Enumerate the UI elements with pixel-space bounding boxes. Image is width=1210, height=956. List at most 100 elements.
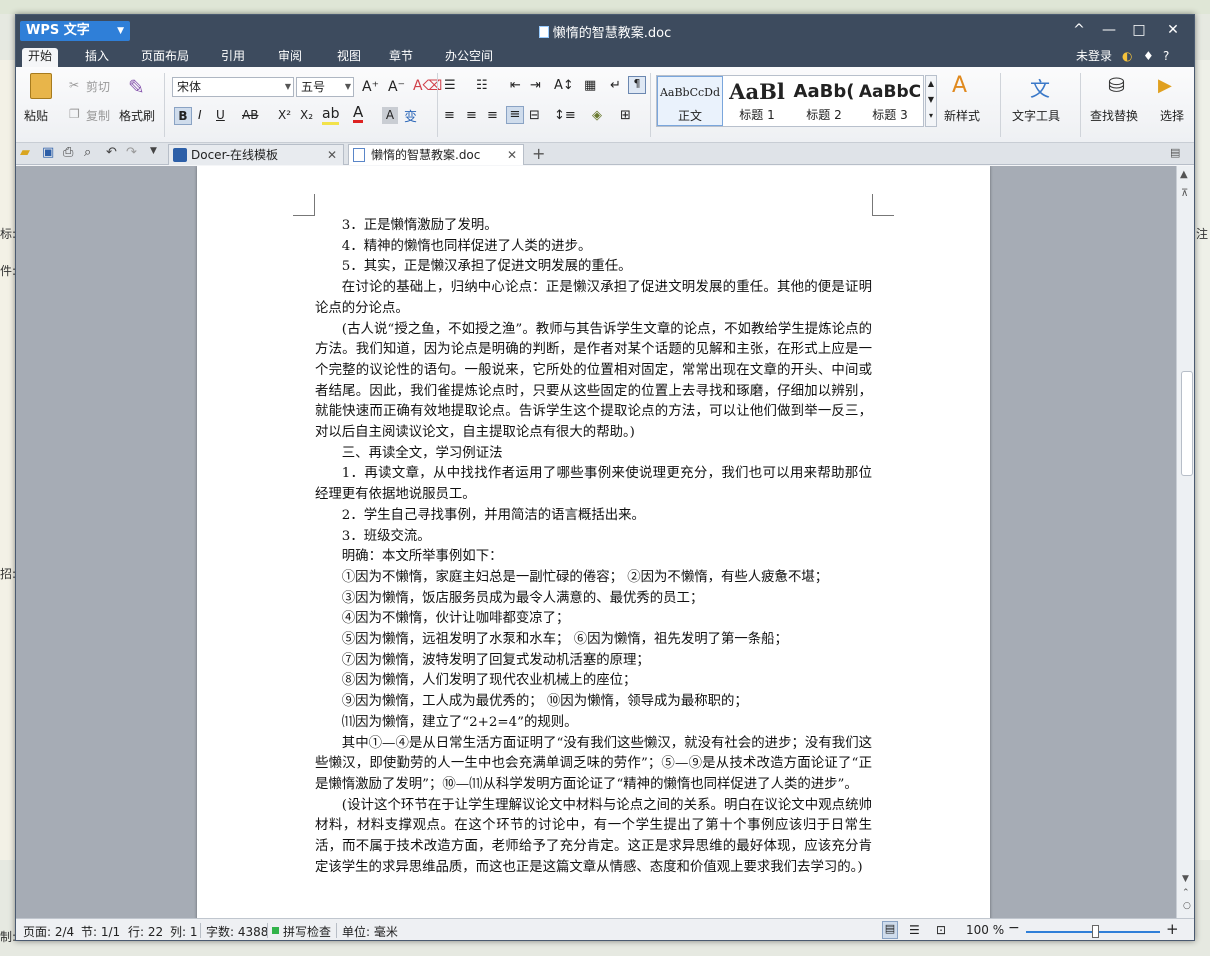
font-size-combo[interactable]: 五号 ▼ <box>296 77 354 97</box>
select-button[interactable]: 选择 <box>1160 107 1184 124</box>
format-painter-button[interactable]: 格式刷 <box>119 107 155 124</box>
font-color-icon[interactable]: A <box>353 105 364 123</box>
document-paragraph[interactable]: ①因为不懒惰，家庭主妇总是一副忙碌的倦容； ②因为不懒惰，有些人疲惫不堪； <box>315 568 872 589</box>
subscript-button[interactable]: X₂ <box>300 108 313 122</box>
shading-icon[interactable]: ◈ <box>592 108 602 123</box>
document-paragraph[interactable]: 3．正是懒惰激励了发明。 <box>315 216 872 237</box>
document-paragraph[interactable]: (设计这个环节在于让学生理解议论文中材料与论点之间的关系。明白在议论文中观点统帅… <box>315 796 872 879</box>
skin-icon[interactable]: ◐ <box>1116 48 1138 67</box>
login-link[interactable]: 未登录 <box>1070 48 1118 67</box>
open-folder-icon[interactable]: ▰ <box>20 145 30 160</box>
minimize-button[interactable]: — <box>1096 20 1122 40</box>
justify-icon[interactable]: ≡ <box>506 106 524 124</box>
prev-page-icon[interactable]: ⌃ <box>1182 888 1190 898</box>
document-paragraph[interactable]: ⑾因为懒惰，建立了“2+2=4”的规则。 <box>315 713 872 734</box>
quick-access-more-icon[interactable]: ▼ <box>150 146 157 156</box>
style-scroll-icon[interactable]: ▲ ▼ ▾ <box>925 75 937 127</box>
zoom-slider[interactable] <box>1026 925 1160 938</box>
superscript-button[interactable]: X² <box>278 108 291 122</box>
distributed-icon[interactable]: ⊟ <box>529 108 540 123</box>
find-replace-button[interactable]: 查找替换 <box>1090 107 1138 124</box>
numbered-list-icon[interactable]: ☷ <box>476 78 488 93</box>
tab-references[interactable]: 引用 <box>215 48 251 67</box>
maximize-button[interactable]: □ <box>1126 20 1152 40</box>
strikethrough-button[interactable]: AB <box>242 108 258 122</box>
phonetic-icon[interactable]: 变 <box>404 106 417 125</box>
tab-insert[interactable]: 插入 <box>79 48 115 67</box>
increase-indent-icon[interactable]: ⇥ <box>530 78 541 93</box>
line-spacing-icon[interactable]: ↕≡ <box>554 108 576 123</box>
style-heading-1[interactable]: AaBl 标题 1 <box>724 76 790 126</box>
document-paragraph[interactable]: 3．班级交流。 <box>315 527 872 548</box>
italic-button[interactable]: I <box>198 108 202 122</box>
close-tab-icon[interactable]: ✕ <box>507 145 517 165</box>
cursor-icon[interactable]: ▶ <box>1158 75 1172 96</box>
help-button[interactable]: ? <box>1157 48 1175 67</box>
document-paragraph[interactable]: 明确：本文所举事例如下： <box>315 547 872 568</box>
zoom-out-icon[interactable]: − <box>1008 920 1020 936</box>
scroll-top-icon[interactable]: ▲ <box>1180 169 1188 180</box>
print-icon[interactable]: ⎙ <box>63 145 73 160</box>
new-style-icon[interactable]: A <box>952 73 967 98</box>
bold-button[interactable]: B <box>174 107 192 125</box>
tab-docer-template[interactable]: Docer-在线模板 ✕ <box>168 144 344 165</box>
text-tools-icon[interactable]: 文 <box>1030 73 1050 102</box>
paste-button[interactable]: 粘贴 <box>24 107 48 124</box>
tab-view[interactable]: 视图 <box>331 48 367 67</box>
vertical-scrollbar[interactable]: ▲ ⊼ ▼ ⌃ ○ <box>1176 166 1194 918</box>
style-normal[interactable]: AaBbCcDd 正文 <box>657 76 723 126</box>
scroll-down-icon[interactable]: ▼ <box>1182 874 1189 884</box>
document-paragraph[interactable]: ⑦因为懒惰，波特发明了回复式发动机活塞的原理； <box>315 651 872 672</box>
paragraph-mark-icon[interactable]: ↵ <box>610 78 621 93</box>
zoom-in-icon[interactable]: + <box>1166 920 1179 938</box>
tab-current-document[interactable]: 懒惰的智慧教案.doc ✕ <box>348 144 524 165</box>
document-page[interactable]: 3．正是懒惰激励了发明。 4．精神的懒惰也同样促进了人类的进步。 5．其实，正是懒汉… <box>197 166 990 918</box>
new-tab-icon[interactable]: + <box>532 144 545 163</box>
style-gallery[interactable]: AaBbCcDd 正文 AaBl 标题 1 AaBb( 标题 2 AaBbC 标… <box>656 75 924 127</box>
document-paragraph[interactable]: 三、再读全文，学习例证法 <box>315 444 872 465</box>
ribbon-collapse-button[interactable]: ^ <box>1066 20 1092 40</box>
document-paragraph[interactable]: ③因为懒惰，饭店服务员成为最令人满意的、最优秀的员工； <box>315 589 872 610</box>
border-icon[interactable]: ⊞ <box>620 108 631 123</box>
document-paragraph[interactable]: ⑨因为懒惰，工人成为最优秀的； ⑩因为懒惰，领导成为最称职的； <box>315 692 872 713</box>
document-paragraph[interactable]: ⑤因为懒惰，远祖发明了水泵和水车； ⑥因为懒惰，祖先发明了第一条船； <box>315 630 872 651</box>
grow-font-icon[interactable]: A⁺ <box>362 79 379 95</box>
spell-check-button[interactable]: 拼写检查 <box>283 923 331 940</box>
web-view-icon[interactable]: ⊡ <box>936 923 946 937</box>
document-paragraph[interactable]: 4．精神的懒惰也同样促进了人类的进步。 <box>315 237 872 258</box>
brush-icon[interactable]: ✎ <box>128 75 145 99</box>
tab-office-space[interactable]: 办公空间 <box>439 48 499 67</box>
shrink-font-icon[interactable]: A⁻ <box>388 79 405 95</box>
tab-menu-icon[interactable]: ▤ <box>1170 146 1180 159</box>
tab-chapter[interactable]: 章节 <box>383 48 419 67</box>
zoom-slider-handle[interactable] <box>1092 925 1099 938</box>
copy-button[interactable]: 复制 <box>86 107 110 124</box>
style-heading-3[interactable]: AaBbC 标题 3 <box>857 76 923 126</box>
document-paragraph[interactable]: ⑧因为懒惰，人们发明了现代农业机械上的座位； <box>315 671 872 692</box>
underline-button[interactable]: U <box>216 108 225 122</box>
close-button[interactable]: ✕ <box>1160 20 1186 40</box>
binoculars-icon[interactable]: ⛁ <box>1108 73 1125 97</box>
close-tab-icon[interactable]: ✕ <box>327 145 337 165</box>
align-right-icon[interactable]: ≡ <box>487 108 498 123</box>
tab-review[interactable]: 审阅 <box>272 48 308 67</box>
tab-home[interactable]: 开始 <box>22 48 59 67</box>
redo-icon[interactable]: ↷ <box>126 145 137 160</box>
undo-icon[interactable]: ↶ <box>106 145 117 160</box>
align-center-icon[interactable]: ≡ <box>466 108 477 123</box>
clipboard-icon[interactable] <box>30 73 52 99</box>
new-style-button[interactable]: 新样式 <box>944 107 980 124</box>
style-heading-2[interactable]: AaBb( 标题 2 <box>791 76 857 126</box>
document-paragraph[interactable]: 2．学生自己寻找事例，并用简洁的语言概括出来。 <box>315 506 872 527</box>
outline-view-icon[interactable]: ☰ <box>909 923 920 937</box>
document-paragraph[interactable]: ④因为不懒惰，伙计让咖啡都变凉了； <box>315 609 872 630</box>
bullet-list-icon[interactable]: ☰ <box>444 78 456 93</box>
browse-object-icon[interactable]: ○ <box>1183 901 1191 911</box>
align-left-icon[interactable]: ≡ <box>444 108 455 123</box>
document-paragraph[interactable]: 其中①—④是从日常生活方面证明了“没有我们这些懒汉，就没有社会的进步；没有我们这… <box>315 734 872 796</box>
text-tools-button[interactable]: 文字工具 <box>1012 107 1060 124</box>
zoom-value[interactable]: 100 % <box>966 923 1004 937</box>
table-icon[interactable]: ▦ <box>584 78 596 93</box>
text-direction-icon[interactable]: A↕ <box>554 78 574 93</box>
font-name-combo[interactable]: 宋体 ▼ <box>172 77 294 97</box>
